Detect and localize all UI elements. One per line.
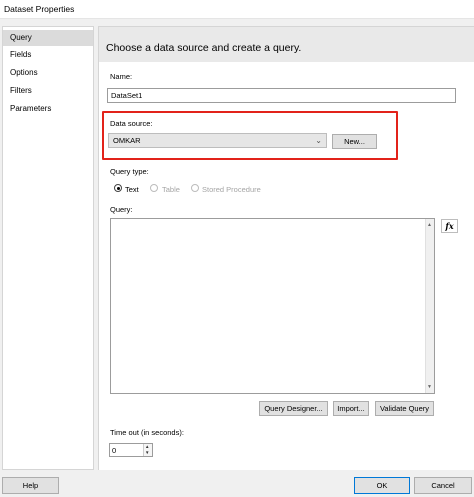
radio-text[interactable] xyxy=(114,184,122,192)
datasource-select[interactable]: OMKAR ⌄ xyxy=(108,133,327,148)
vertical-scrollbar[interactable]: ▲ ▼ xyxy=(425,219,434,393)
radio-selected-dot xyxy=(116,186,120,190)
query-designer-button[interactable]: Query Designer... xyxy=(259,401,328,416)
import-button[interactable]: Import... xyxy=(333,401,369,416)
radio-table-label: Table xyxy=(162,185,180,194)
nav-pane: Query Fields Options Filters Parameters xyxy=(2,26,94,470)
name-field[interactable]: DataSet1 xyxy=(107,88,456,103)
help-button[interactable]: Help xyxy=(2,477,59,494)
nav-item-query[interactable]: Query xyxy=(3,30,93,46)
ok-button[interactable]: OK xyxy=(354,477,410,494)
radio-stored-procedure[interactable] xyxy=(191,184,199,192)
nav-item-filters[interactable]: Filters xyxy=(3,83,93,99)
timeout-stepper[interactable]: 0 ▲ ▼ xyxy=(109,443,153,457)
chevron-down-icon: ⌄ xyxy=(315,136,322,145)
expression-button[interactable]: fx xyxy=(441,219,458,233)
header-band: Choose a data source and create a query. xyxy=(99,27,474,62)
query-textarea[interactable]: ▲ ▼ xyxy=(110,218,435,394)
validate-query-button[interactable]: Validate Query xyxy=(375,401,434,416)
title-bar: Dataset Properties xyxy=(0,0,474,19)
nav-item-fields[interactable]: Fields xyxy=(3,47,93,63)
datasource-value: OMKAR xyxy=(113,136,141,145)
stepper-down-icon[interactable]: ▼ xyxy=(145,450,149,455)
scroll-down-icon[interactable]: ▼ xyxy=(427,384,432,390)
timeout-value: 0 xyxy=(112,446,117,455)
nav-item-options[interactable]: Options xyxy=(3,65,93,81)
query-type-label: Query type: xyxy=(110,167,149,176)
new-datasource-button[interactable]: New... xyxy=(332,134,377,149)
page-heading: Choose a data source and create a query. xyxy=(106,42,302,54)
name-label: Name: xyxy=(110,72,133,81)
radio-table[interactable] xyxy=(150,184,158,192)
radio-stored-procedure-label: Stored Procedure xyxy=(202,185,261,194)
stepper-arrows[interactable]: ▲ ▼ xyxy=(143,444,152,456)
timeout-label: Time out (in seconds): xyxy=(110,428,184,437)
datasource-label: Data source: xyxy=(110,119,153,128)
query-label: Query: xyxy=(110,205,133,214)
scroll-up-icon[interactable]: ▲ xyxy=(427,222,432,228)
nav-item-parameters[interactable]: Parameters xyxy=(3,101,93,117)
window-title: Dataset Properties xyxy=(4,4,75,14)
function-icon: fx xyxy=(445,221,454,231)
cancel-button[interactable]: Cancel xyxy=(414,477,472,494)
stepper-up-icon[interactable]: ▲ xyxy=(145,444,149,449)
radio-text-label: Text xyxy=(125,185,139,194)
